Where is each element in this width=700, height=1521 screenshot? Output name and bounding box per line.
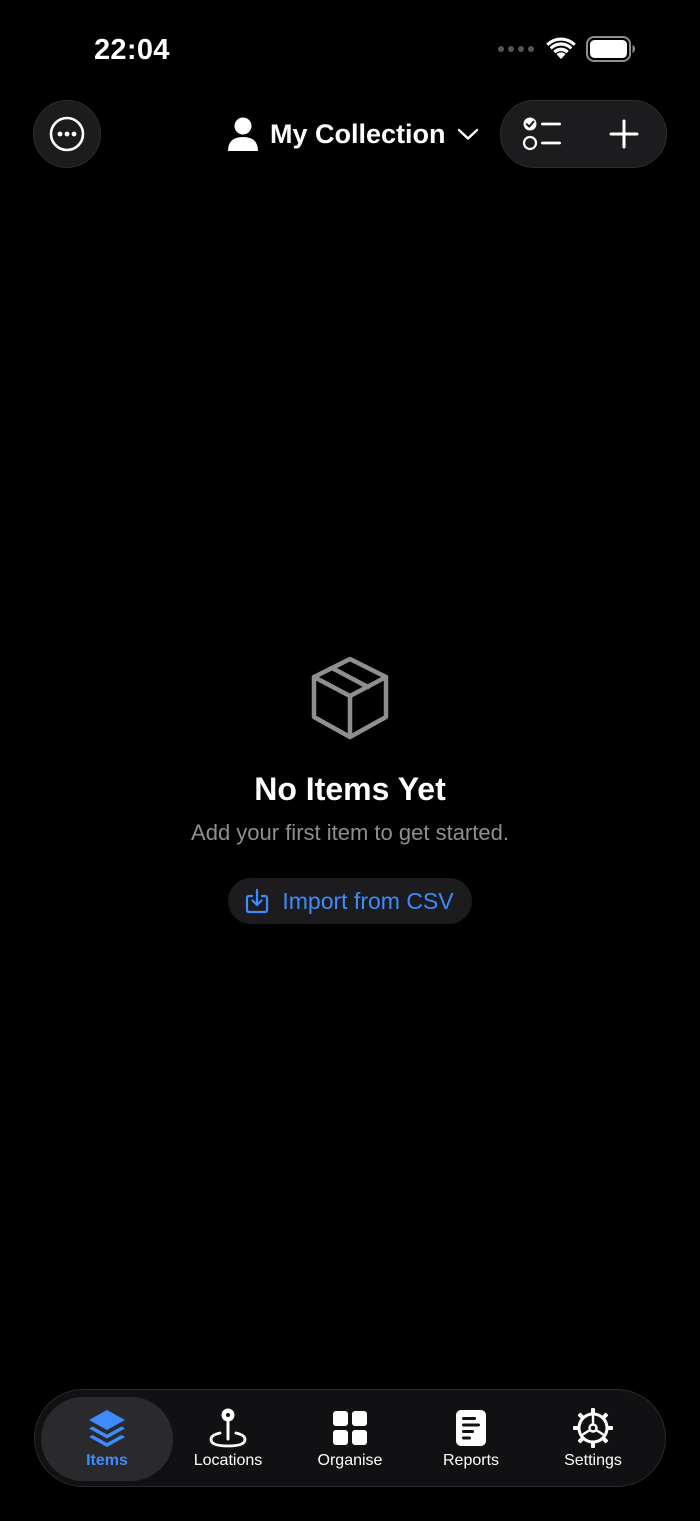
header-actions (500, 100, 667, 168)
status-icons (498, 36, 636, 62)
collection-title: My Collection (270, 118, 446, 149)
tab-bar: Items Locations Organise Reports Setting… (34, 1389, 666, 1487)
empty-state-title: No Items Yet (254, 771, 446, 807)
ellipsis-circle-icon (49, 116, 85, 152)
report-icon (456, 1410, 486, 1446)
person-icon (228, 117, 258, 151)
select-items-button[interactable] (521, 112, 565, 156)
tab-label: Reports (442, 1452, 500, 1469)
collection-picker[interactable]: My Collection (226, 112, 480, 156)
grid-icon (333, 1411, 367, 1445)
empty-state: No Items Yet Add your first item to get … (0, 655, 700, 924)
chevron-down-icon (457, 128, 478, 140)
tab-reports[interactable]: Reports (405, 1397, 537, 1481)
tab-locations[interactable]: Locations (162, 1397, 294, 1481)
empty-state-subtitle: Add your first item to get started. (191, 820, 509, 845)
battery-icon (586, 36, 635, 62)
status-time: 22:04 (94, 34, 170, 66)
import-icon (246, 888, 269, 914)
location-pin-icon (209, 1408, 247, 1448)
checklist-icon (522, 117, 561, 151)
tab-label: Locations (193, 1452, 263, 1469)
layers-icon (89, 1410, 125, 1447)
tab-items[interactable]: Items (41, 1397, 173, 1481)
gear-icon (573, 1408, 613, 1448)
more-options-button[interactable] (33, 100, 101, 168)
tab-organise[interactable]: Organise (284, 1397, 416, 1481)
import-csv-button[interactable]: Import from CSV (228, 878, 472, 924)
import-csv-label: Import from CSV (282, 887, 454, 914)
add-item-button[interactable] (602, 112, 646, 156)
wifi-icon (546, 37, 576, 59)
tab-label: Settings (564, 1452, 622, 1469)
tab-settings[interactable]: Settings (527, 1397, 659, 1481)
cellular-dots-icon (498, 46, 534, 52)
box-icon (311, 656, 389, 740)
tab-label: Organise (317, 1452, 383, 1469)
plus-icon (609, 119, 639, 149)
tab-label: Items (86, 1452, 128, 1469)
